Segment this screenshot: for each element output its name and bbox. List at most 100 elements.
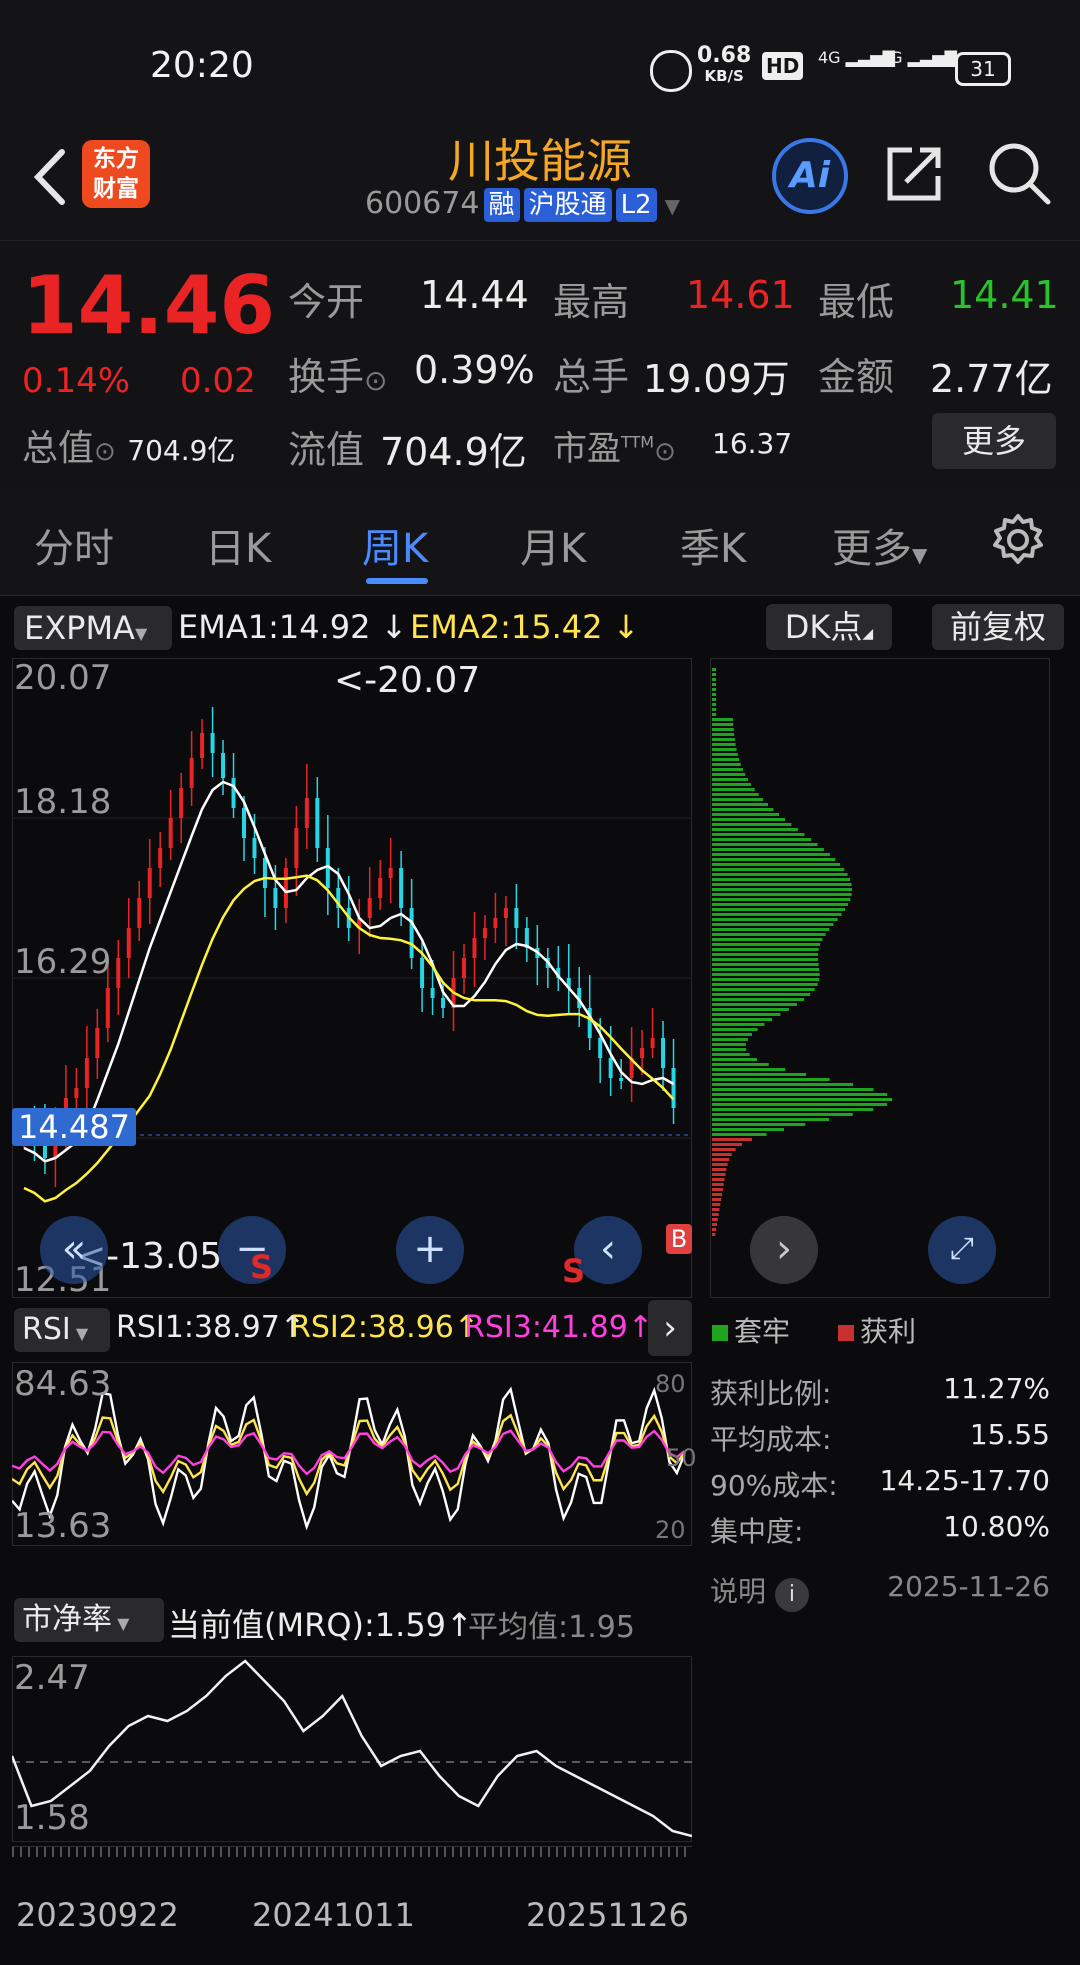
rsi3-line bbox=[12, 1429, 686, 1476]
high-value: 14.61 bbox=[686, 273, 795, 317]
chip-bar bbox=[712, 1183, 724, 1186]
y-label-2: 18.18 bbox=[14, 782, 112, 822]
status-bar: 20:20 0.68 KB/S HD 4G ▂▃▅▇ 4G ▂▃▅▇ 31 bbox=[0, 0, 1080, 120]
settings-gear-icon[interactable] bbox=[990, 512, 1046, 572]
low-value: 14.41 bbox=[950, 273, 1059, 317]
candle-body bbox=[158, 848, 163, 868]
search-icon[interactable] bbox=[986, 140, 1052, 210]
chip-bar bbox=[712, 1158, 730, 1161]
tab-daily-k[interactable]: 日K bbox=[205, 516, 271, 574]
ema1-line bbox=[23, 780, 675, 1163]
pb-line bbox=[12, 1659, 692, 1838]
chip-bar bbox=[712, 683, 717, 686]
chip-bar bbox=[712, 913, 842, 916]
chart-frame bbox=[12, 1656, 692, 1842]
chip-bar bbox=[712, 898, 851, 901]
rsi-right-80: 80 bbox=[655, 1370, 686, 1398]
chip-bar bbox=[712, 1043, 746, 1046]
rsi3-readout: RSI3:41.89↑ bbox=[464, 1310, 653, 1345]
chip-bar bbox=[712, 828, 798, 831]
legend-trapped: 套牢 bbox=[712, 1310, 790, 1350]
rsi-y-min: 13.63 bbox=[14, 1506, 112, 1546]
chip-bar bbox=[712, 1168, 727, 1171]
candle-body bbox=[273, 888, 278, 908]
chip-bar bbox=[712, 713, 717, 716]
next-indicator-arrow-icon[interactable]: › bbox=[648, 1300, 692, 1356]
pb-chart[interactable] bbox=[12, 1656, 692, 1842]
buy-mark: B bbox=[666, 1224, 692, 1254]
candle-body bbox=[168, 818, 173, 848]
candle-body bbox=[378, 878, 383, 898]
chip-bar bbox=[712, 1098, 893, 1101]
battery-icon: 31 bbox=[955, 52, 1011, 86]
stock-code-row[interactable]: 600674 融沪股通 L2 ▼ bbox=[365, 186, 680, 222]
back-button[interactable] bbox=[22, 142, 82, 212]
back-arrow-icon bbox=[33, 149, 65, 205]
tab-monthly-k[interactable]: 月K bbox=[520, 516, 586, 574]
volume-value: 19.09万 bbox=[643, 357, 790, 401]
chip-bar bbox=[712, 1233, 716, 1236]
y-label-3: 16.29 bbox=[14, 942, 112, 982]
tab-quarterly-k[interactable]: 季K bbox=[680, 516, 746, 574]
period-tabs: 分时 日K 周K 月K 季K 更多▼ bbox=[0, 490, 1080, 596]
chip-bar bbox=[712, 773, 746, 776]
chip-bar bbox=[712, 838, 812, 841]
zoom-in-icon[interactable]: + bbox=[396, 1216, 464, 1284]
chip-bar bbox=[712, 1128, 784, 1131]
tab-intraday[interactable]: 分时 bbox=[34, 516, 114, 574]
ema2-readout: EMA2:15.42 ↓ bbox=[410, 608, 640, 646]
chip-bar bbox=[712, 1123, 806, 1126]
share-icon[interactable] bbox=[882, 142, 946, 210]
chip-bar bbox=[712, 923, 834, 926]
chip-bar bbox=[712, 868, 845, 871]
net-speed: 0.68 KB/S bbox=[697, 43, 752, 86]
scroll-left-icon[interactable]: « bbox=[40, 1216, 108, 1284]
candle-body bbox=[200, 733, 205, 758]
sell-mark: S bbox=[562, 1252, 586, 1290]
candle-body bbox=[420, 958, 425, 988]
chip-bar bbox=[712, 1223, 717, 1226]
candle-body bbox=[179, 788, 184, 818]
chip-bar bbox=[712, 1013, 781, 1016]
chip-bar bbox=[712, 723, 734, 726]
candle-body bbox=[441, 998, 446, 1008]
volume-label: 总手 bbox=[553, 355, 630, 399]
app-logo[interactable]: 东方 财富 bbox=[82, 140, 150, 208]
candle-body bbox=[252, 838, 257, 858]
chip-bar bbox=[712, 1088, 874, 1091]
adjust-mode-button[interactable]: 前复权 bbox=[932, 604, 1064, 650]
chip-bar bbox=[712, 903, 849, 906]
ai-assistant-button[interactable]: Ai bbox=[772, 138, 848, 214]
chip-bar bbox=[712, 1113, 853, 1116]
chip-bar bbox=[712, 1173, 726, 1176]
chip-bar bbox=[712, 1198, 722, 1201]
rsi-chart[interactable] bbox=[12, 1362, 692, 1546]
rsi-right-20: 20 bbox=[655, 1516, 686, 1544]
chevron-down-icon: ▼ bbox=[912, 543, 928, 567]
chip-bar bbox=[712, 743, 736, 746]
chip-bar bbox=[712, 1008, 789, 1011]
chip-bar bbox=[712, 938, 823, 941]
candle-body bbox=[514, 908, 519, 928]
change-percent: 0.14% bbox=[22, 361, 131, 401]
dk-point-button[interactable]: DK点◢ bbox=[766, 604, 892, 650]
note-row[interactable]: 说明 i 2025-11-26 bbox=[710, 1570, 1050, 1612]
chip-bar bbox=[712, 998, 805, 1001]
chip-bar bbox=[712, 968, 820, 971]
more-button[interactable]: 更多 bbox=[932, 413, 1056, 469]
chip-bar bbox=[712, 668, 717, 671]
candle-body bbox=[430, 988, 435, 998]
candlestick-chart[interactable] bbox=[12, 658, 692, 1298]
indicator-selector[interactable]: EXPMA▼ bbox=[14, 606, 172, 650]
chip-bar bbox=[712, 1188, 723, 1191]
candle-body bbox=[147, 868, 152, 898]
concentration-row: 集中度: 10.80% bbox=[710, 1510, 1050, 1548]
tab-more[interactable]: 更多▼ bbox=[832, 516, 927, 574]
signal-icon-2: 4G ▂▃▅▇ bbox=[880, 48, 957, 67]
chip-bar bbox=[712, 973, 820, 976]
chip-bar bbox=[712, 1018, 773, 1021]
tab-weekly-k[interactable]: 周K bbox=[362, 516, 428, 574]
rsi-selector[interactable]: RSI ▼ bbox=[14, 1308, 110, 1352]
tag-level2: L2 bbox=[615, 188, 657, 222]
pb-selector[interactable]: 市净率 ▼ bbox=[14, 1598, 164, 1642]
